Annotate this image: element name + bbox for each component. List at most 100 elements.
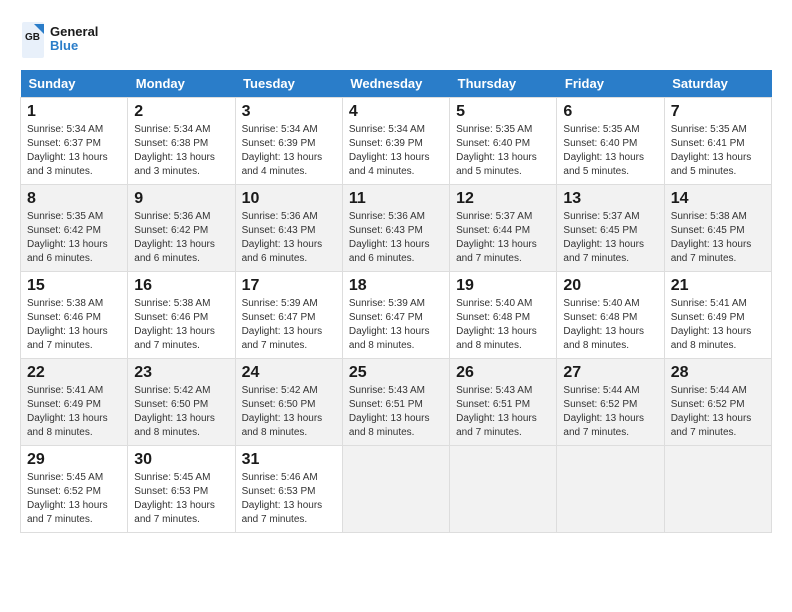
day-cell: 17 Sunrise: 5:39 AMSunset: 6:47 PMDayligh…	[235, 272, 342, 359]
day-cell: 29Sunrise: 5:45 AMSunset: 6:52 PMDayligh…	[21, 446, 128, 533]
day-info: Sunrise: 5:46 AMSunset: 6:53 PMDaylight:…	[242, 471, 336, 527]
day-cell: 28 Sunrise: 5:44 AMSunset: 6:52 PMDayligh…	[664, 359, 771, 446]
day-number: 17	[242, 277, 336, 295]
day-number: 8	[27, 190, 121, 208]
header-sunday: Sunday	[21, 70, 128, 98]
day-cell: 16 Sunrise: 5:38 AMSunset: 6:46 PMDayligh…	[128, 272, 235, 359]
day-cell: 2 Sunrise: 5:34 AMSunset: 6:38 PMDaylight…	[128, 98, 235, 185]
day-info: Sunrise: 5:35 AMSunset: 6:40 PMDaylight:…	[456, 123, 550, 179]
day-number: 9	[134, 190, 228, 208]
header-thursday: Thursday	[450, 70, 557, 98]
day-number: 19	[456, 277, 550, 295]
day-number: 15	[27, 277, 121, 295]
day-cell: 24 Sunrise: 5:42 AMSunset: 6:50 PMDayligh…	[235, 359, 342, 446]
day-number: 26	[456, 364, 550, 382]
header-tuesday: Tuesday	[235, 70, 342, 98]
day-number: 2	[134, 103, 228, 121]
day-number: 28	[671, 364, 765, 382]
day-info: Sunrise: 5:45 AMSunset: 6:52 PMDaylight:…	[27, 471, 121, 527]
day-cell: 27 Sunrise: 5:44 AMSunset: 6:52 PMDayligh…	[557, 359, 664, 446]
page-header: General Blue GB	[20, 20, 772, 60]
day-number: 31	[242, 451, 336, 469]
day-cell: 19Sunrise: 5:40 AMSunset: 6:48 PMDayligh…	[450, 272, 557, 359]
day-info: Sunrise: 5:43 AMSunset: 6:51 PMDaylight:…	[349, 384, 443, 440]
day-number: 4	[349, 103, 443, 121]
logo-svg: General Blue GB	[20, 20, 100, 60]
header-wednesday: Wednesday	[342, 70, 449, 98]
day-cell: 22Sunrise: 5:41 AMSunset: 6:49 PMDayligh…	[21, 359, 128, 446]
day-info: Sunrise: 5:38 AMSunset: 6:46 PMDaylight:…	[134, 297, 228, 353]
day-info: Sunrise: 5:36 AMSunset: 6:43 PMDaylight:…	[349, 210, 443, 266]
day-info: Sunrise: 5:39 AMSunset: 6:47 PMDaylight:…	[242, 297, 336, 353]
week-row-4: 22Sunrise: 5:41 AMSunset: 6:49 PMDayligh…	[21, 359, 772, 446]
day-cell: 5 Sunrise: 5:35 AMSunset: 6:40 PMDaylight…	[450, 98, 557, 185]
day-number: 5	[456, 103, 550, 121]
week-row-2: 8 Sunrise: 5:35 AMSunset: 6:42 PMDaylight…	[21, 185, 772, 272]
day-cell	[450, 446, 557, 533]
day-cell: 31 Sunrise: 5:46 AMSunset: 6:53 PMDayligh…	[235, 446, 342, 533]
day-info: Sunrise: 5:42 AMSunset: 6:50 PMDaylight:…	[134, 384, 228, 440]
day-cell: 20 Sunrise: 5:40 AMSunset: 6:48 PMDayligh…	[557, 272, 664, 359]
header-friday: Friday	[557, 70, 664, 98]
svg-text:GB: GB	[25, 32, 40, 43]
day-cell: 1 Sunrise: 5:34 AMSunset: 6:37 PMDaylight…	[21, 98, 128, 185]
day-info: Sunrise: 5:36 AMSunset: 6:42 PMDaylight:…	[134, 210, 228, 266]
day-info: Sunrise: 5:37 AMSunset: 6:44 PMDaylight:…	[456, 210, 550, 266]
day-info: Sunrise: 5:34 AMSunset: 6:39 PMDaylight:…	[242, 123, 336, 179]
week-row-1: 1 Sunrise: 5:34 AMSunset: 6:37 PMDaylight…	[21, 98, 772, 185]
day-number: 13	[563, 190, 657, 208]
day-info: Sunrise: 5:35 AMSunset: 6:42 PMDaylight:…	[27, 210, 121, 266]
day-cell	[557, 446, 664, 533]
week-row-5: 29Sunrise: 5:45 AMSunset: 6:52 PMDayligh…	[21, 446, 772, 533]
day-number: 20	[563, 277, 657, 295]
svg-text:General: General	[50, 24, 98, 39]
day-cell: 26Sunrise: 5:43 AMSunset: 6:51 PMDayligh…	[450, 359, 557, 446]
day-cell: 8 Sunrise: 5:35 AMSunset: 6:42 PMDaylight…	[21, 185, 128, 272]
day-number: 30	[134, 451, 228, 469]
day-info: Sunrise: 5:34 AMSunset: 6:37 PMDaylight:…	[27, 123, 121, 179]
day-number: 27	[563, 364, 657, 382]
day-number: 1	[27, 103, 121, 121]
day-cell: 21Sunrise: 5:41 AMSunset: 6:49 PMDayligh…	[664, 272, 771, 359]
day-cell: 10 Sunrise: 5:36 AMSunset: 6:43 PMDayligh…	[235, 185, 342, 272]
day-info: Sunrise: 5:45 AMSunset: 6:53 PMDaylight:…	[134, 471, 228, 527]
day-info: Sunrise: 5:37 AMSunset: 6:45 PMDaylight:…	[563, 210, 657, 266]
day-number: 14	[671, 190, 765, 208]
day-info: Sunrise: 5:34 AMSunset: 6:38 PMDaylight:…	[134, 123, 228, 179]
day-info: Sunrise: 5:42 AMSunset: 6:50 PMDaylight:…	[242, 384, 336, 440]
day-number: 12	[456, 190, 550, 208]
day-cell	[342, 446, 449, 533]
header-row: SundayMondayTuesdayWednesdayThursdayFrid…	[21, 70, 772, 98]
day-number: 24	[242, 364, 336, 382]
day-cell: 12 Sunrise: 5:37 AMSunset: 6:44 PMDayligh…	[450, 185, 557, 272]
day-info: Sunrise: 5:38 AMSunset: 6:46 PMDaylight:…	[27, 297, 121, 353]
day-cell: 18 Sunrise: 5:39 AMSunset: 6:47 PMDayligh…	[342, 272, 449, 359]
day-number: 16	[134, 277, 228, 295]
day-info: Sunrise: 5:34 AMSunset: 6:39 PMDaylight:…	[349, 123, 443, 179]
day-info: Sunrise: 5:35 AMSunset: 6:40 PMDaylight:…	[563, 123, 657, 179]
day-info: Sunrise: 5:40 AMSunset: 6:48 PMDaylight:…	[563, 297, 657, 353]
day-info: Sunrise: 5:36 AMSunset: 6:43 PMDaylight:…	[242, 210, 336, 266]
day-cell: 6Sunrise: 5:35 AMSunset: 6:40 PMDaylight…	[557, 98, 664, 185]
day-cell: 7Sunrise: 5:35 AMSunset: 6:41 PMDaylight…	[664, 98, 771, 185]
day-number: 10	[242, 190, 336, 208]
day-info: Sunrise: 5:38 AMSunset: 6:45 PMDaylight:…	[671, 210, 765, 266]
day-info: Sunrise: 5:44 AMSunset: 6:52 PMDaylight:…	[671, 384, 765, 440]
svg-text:Blue: Blue	[50, 38, 78, 53]
day-cell: 14 Sunrise: 5:38 AMSunset: 6:45 PMDayligh…	[664, 185, 771, 272]
logo: General Blue GB	[20, 20, 100, 60]
day-info: Sunrise: 5:44 AMSunset: 6:52 PMDaylight:…	[563, 384, 657, 440]
day-cell: 15 Sunrise: 5:38 AMSunset: 6:46 PMDayligh…	[21, 272, 128, 359]
day-number: 11	[349, 190, 443, 208]
day-cell: 23Sunrise: 5:42 AMSunset: 6:50 PMDayligh…	[128, 359, 235, 446]
day-info: Sunrise: 5:39 AMSunset: 6:47 PMDaylight:…	[349, 297, 443, 353]
day-cell: 25 Sunrise: 5:43 AMSunset: 6:51 PMDayligh…	[342, 359, 449, 446]
day-cell: 11 Sunrise: 5:36 AMSunset: 6:43 PMDayligh…	[342, 185, 449, 272]
day-cell: 30 Sunrise: 5:45 AMSunset: 6:53 PMDayligh…	[128, 446, 235, 533]
day-cell	[664, 446, 771, 533]
day-number: 25	[349, 364, 443, 382]
day-number: 7	[671, 103, 765, 121]
day-number: 18	[349, 277, 443, 295]
day-number: 3	[242, 103, 336, 121]
calendar-table: SundayMondayTuesdayWednesdayThursdayFrid…	[20, 70, 772, 533]
